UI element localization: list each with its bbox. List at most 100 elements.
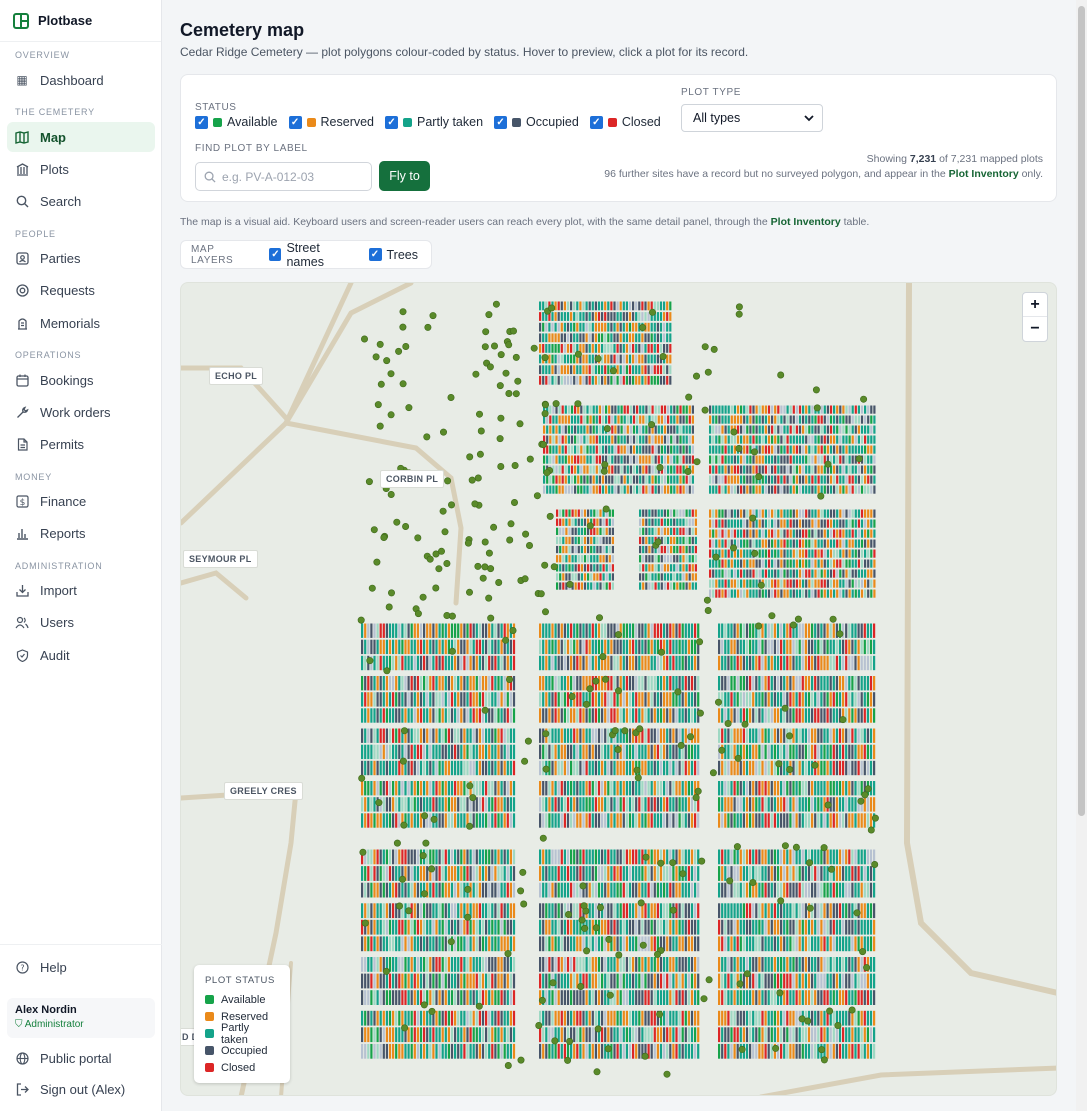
plot-polygon[interactable] bbox=[563, 301, 566, 311]
plot-polygon[interactable] bbox=[666, 882, 669, 898]
plot-polygon[interactable] bbox=[798, 579, 802, 588]
plot-polygon[interactable] bbox=[574, 536, 577, 545]
plot-polygon[interactable] bbox=[576, 849, 579, 865]
plot-polygon[interactable] bbox=[687, 676, 690, 691]
plot-polygon[interactable] bbox=[591, 797, 594, 812]
plot-polygon[interactable] bbox=[842, 415, 845, 424]
plot-polygon[interactable] bbox=[867, 465, 870, 474]
plot-polygon[interactable] bbox=[570, 990, 573, 1005]
plot-polygon[interactable] bbox=[691, 425, 694, 434]
plot-polygon[interactable] bbox=[679, 485, 682, 494]
plot-polygon[interactable] bbox=[727, 405, 730, 414]
plot-polygon[interactable] bbox=[438, 760, 441, 776]
plot-polygon[interactable] bbox=[432, 655, 435, 671]
plot-polygon[interactable] bbox=[632, 849, 635, 865]
plot-polygon[interactable] bbox=[645, 573, 648, 581]
plot-polygon[interactable] bbox=[802, 455, 805, 464]
plot-polygon[interactable] bbox=[460, 676, 463, 691]
plot-polygon[interactable] bbox=[560, 744, 563, 760]
plot-polygon[interactable] bbox=[619, 354, 622, 364]
plot-polygon[interactable] bbox=[563, 781, 566, 796]
plot-polygon[interactable] bbox=[494, 849, 497, 865]
plot-polygon[interactable] bbox=[370, 1043, 373, 1059]
plot-polygon[interactable] bbox=[500, 936, 503, 952]
plot-polygon[interactable] bbox=[848, 519, 851, 528]
plot-polygon[interactable] bbox=[398, 728, 401, 743]
plot-polygon[interactable] bbox=[388, 1027, 392, 1043]
plot-polygon[interactable] bbox=[642, 545, 645, 554]
plot-polygon[interactable] bbox=[666, 623, 669, 638]
plot-polygon[interactable] bbox=[441, 936, 444, 952]
plot-polygon[interactable] bbox=[783, 623, 786, 638]
plot-polygon[interactable] bbox=[752, 623, 755, 638]
plot-polygon[interactable] bbox=[851, 639, 854, 655]
plot-polygon[interactable] bbox=[860, 529, 864, 538]
plot-polygon[interactable] bbox=[379, 849, 382, 865]
plot-polygon[interactable] bbox=[551, 692, 554, 707]
plot-polygon[interactable] bbox=[616, 882, 619, 898]
plot-polygon[interactable] bbox=[497, 919, 500, 935]
plot-polygon[interactable] bbox=[632, 301, 635, 311]
plot-polygon[interactable] bbox=[839, 569, 842, 578]
plot-polygon[interactable] bbox=[727, 475, 730, 484]
plot-polygon[interactable] bbox=[407, 781, 410, 796]
plot-polygon[interactable] bbox=[626, 475, 629, 484]
plot-polygon[interactable] bbox=[667, 455, 670, 464]
plot-polygon[interactable] bbox=[551, 365, 554, 375]
plot-polygon[interactable] bbox=[628, 957, 632, 972]
plot-polygon[interactable] bbox=[807, 708, 811, 723]
plot-polygon[interactable] bbox=[851, 692, 854, 707]
plot-polygon[interactable] bbox=[548, 375, 551, 385]
plot-polygon[interactable] bbox=[681, 903, 684, 919]
plot-polygon[interactable] bbox=[860, 569, 864, 578]
plot-polygon[interactable] bbox=[817, 623, 820, 638]
plot-polygon[interactable] bbox=[873, 465, 876, 474]
plot-polygon[interactable] bbox=[663, 527, 666, 535]
plot-polygon[interactable] bbox=[370, 676, 373, 691]
plot-polygon[interactable] bbox=[860, 623, 863, 638]
plot-polygon[interactable] bbox=[617, 485, 620, 494]
plot-polygon[interactable] bbox=[610, 375, 613, 385]
plot-polygon[interactable] bbox=[724, 435, 727, 444]
plot-polygon[interactable] bbox=[401, 882, 404, 898]
plot-polygon[interactable] bbox=[688, 405, 691, 414]
plot-polygon[interactable] bbox=[789, 539, 792, 548]
plot-polygon[interactable] bbox=[503, 623, 506, 638]
plot-polygon[interactable] bbox=[597, 760, 601, 776]
plot-polygon[interactable] bbox=[441, 623, 444, 638]
plot-polygon[interactable] bbox=[625, 744, 628, 760]
plot-polygon[interactable] bbox=[845, 579, 848, 588]
plot-polygon[interactable] bbox=[580, 536, 583, 545]
plot-polygon[interactable] bbox=[645, 564, 648, 572]
plot-polygon[interactable] bbox=[873, 655, 876, 671]
plot-polygon[interactable] bbox=[845, 623, 848, 638]
plot-polygon[interactable] bbox=[580, 465, 583, 474]
plot-polygon[interactable] bbox=[469, 728, 472, 743]
plot-polygon[interactable] bbox=[554, 692, 557, 707]
plot-polygon[interactable] bbox=[616, 322, 619, 332]
plot-polygon[interactable] bbox=[663, 375, 666, 385]
plot-polygon[interactable] bbox=[429, 676, 432, 691]
plot-polygon[interactable] bbox=[718, 655, 721, 671]
plot-polygon[interactable] bbox=[410, 1043, 413, 1059]
plot-polygon[interactable] bbox=[478, 919, 481, 935]
plot-polygon[interactable] bbox=[767, 639, 770, 655]
plot-polygon[interactable] bbox=[580, 425, 583, 434]
plot-polygon[interactable] bbox=[370, 623, 373, 638]
plot-polygon[interactable] bbox=[669, 708, 672, 723]
plot-polygon[interactable] bbox=[632, 760, 635, 776]
plot-polygon[interactable] bbox=[669, 1027, 672, 1043]
plot-polygon[interactable] bbox=[382, 623, 385, 638]
plot-polygon[interactable] bbox=[687, 1043, 690, 1059]
plot-polygon[interactable] bbox=[694, 957, 697, 972]
plot-polygon[interactable] bbox=[475, 936, 478, 952]
plot-polygon[interactable] bbox=[617, 425, 620, 434]
plot-polygon[interactable] bbox=[848, 655, 851, 671]
plot-polygon[interactable] bbox=[579, 655, 582, 671]
plot-polygon[interactable] bbox=[563, 333, 566, 343]
plot-polygon[interactable] bbox=[548, 623, 551, 638]
plot-polygon[interactable] bbox=[663, 536, 666, 545]
plot-polygon[interactable] bbox=[845, 559, 848, 568]
plot-polygon[interactable] bbox=[622, 903, 625, 919]
plot-polygon[interactable] bbox=[444, 849, 447, 865]
